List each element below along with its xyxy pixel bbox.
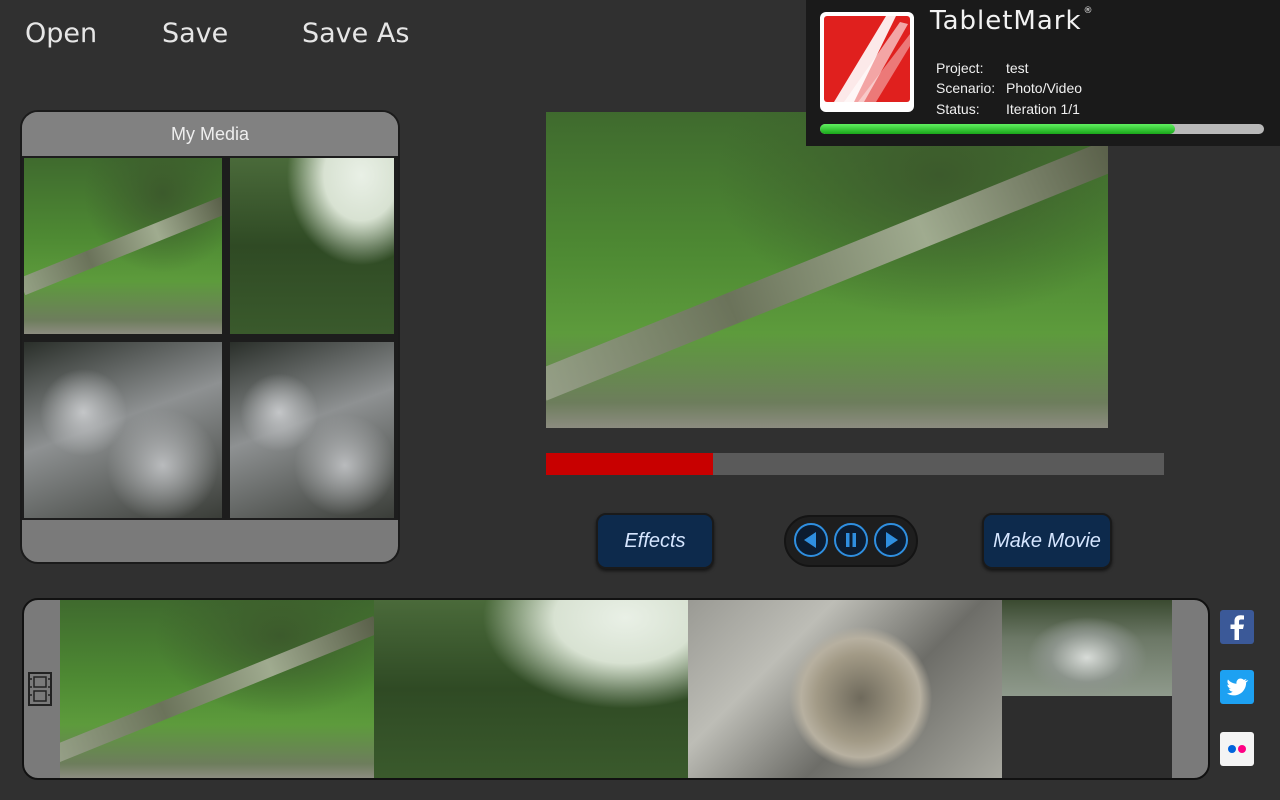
benchmark-progress-bar (820, 124, 1264, 134)
twitter-icon (1220, 670, 1254, 704)
tabletmark-logo (820, 12, 914, 112)
timeline-clip[interactable] (688, 600, 1002, 778)
tabletmark-overlay: TabletMark ® Project: test Scenario: Photo/… (806, 0, 1280, 146)
flickr-button[interactable] (1220, 732, 1254, 766)
flickr-icon (1220, 732, 1254, 766)
media-thumb[interactable] (230, 158, 394, 334)
effects-button[interactable]: Effects (596, 513, 714, 569)
my-media-title: My Media (22, 112, 398, 156)
playback-progress-fill (546, 453, 713, 475)
film-strip-icon (28, 672, 52, 706)
benchmark-progress-fill (820, 124, 1176, 134)
make-movie-button[interactable]: Make Movie (982, 513, 1112, 569)
timeline-strip (60, 600, 1172, 778)
previous-icon (804, 532, 816, 548)
status-row: Status: Iteration 1/1 (936, 101, 1080, 117)
media-grid (22, 156, 398, 520)
save-button[interactable]: Save (162, 18, 228, 49)
media-thumb[interactable] (24, 158, 222, 334)
facebook-icon (1220, 610, 1254, 644)
video-preview[interactable] (546, 112, 1108, 428)
tabletmark-title: TabletMark ® (930, 6, 1094, 36)
media-thumb[interactable] (230, 342, 394, 518)
transport-controls (784, 515, 918, 567)
save-as-button[interactable]: Save As (302, 18, 409, 49)
my-media-panel: My Media (20, 110, 400, 564)
facebook-button[interactable] (1220, 610, 1254, 644)
scenario-row: Scenario: Photo/Video (936, 80, 1083, 96)
timeline-clip[interactable] (60, 600, 374, 778)
pause-button[interactable] (834, 523, 868, 557)
previous-button[interactable] (794, 523, 828, 557)
project-row: Project: test (936, 60, 1029, 76)
timeline-clip[interactable] (374, 600, 688, 778)
timeline (22, 598, 1210, 780)
next-button[interactable] (874, 523, 908, 557)
playback-progress-bar[interactable] (546, 453, 1164, 475)
timeline-clip[interactable] (1002, 600, 1172, 696)
open-button[interactable]: Open (25, 18, 97, 49)
twitter-button[interactable] (1220, 670, 1254, 704)
media-thumb[interactable] (24, 342, 222, 518)
next-icon (886, 532, 898, 548)
pause-icon (846, 533, 856, 547)
